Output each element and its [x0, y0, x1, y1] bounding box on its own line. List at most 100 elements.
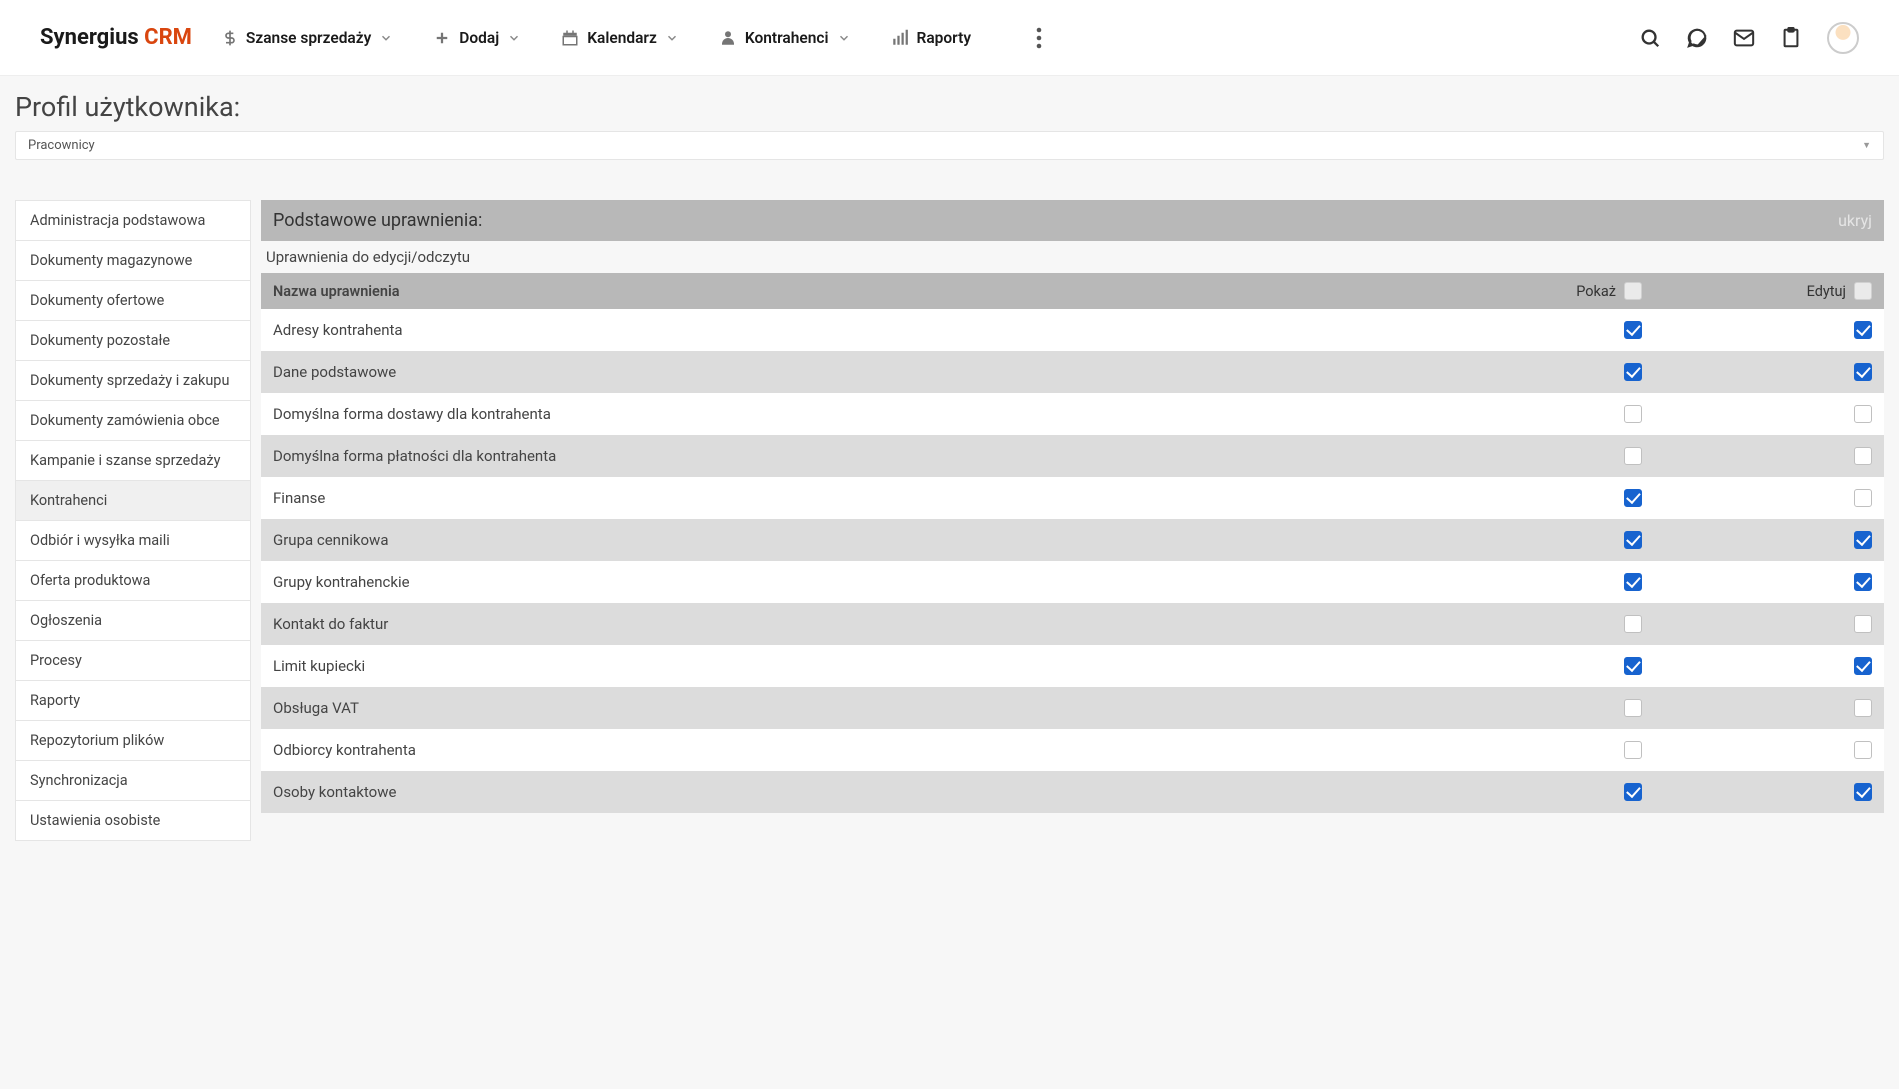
cell-edit — [1642, 363, 1872, 381]
sidebar-item[interactable]: Procesy — [16, 641, 250, 681]
checkbox-show[interactable] — [1624, 615, 1642, 633]
settings-sidebar: Administracja podstawowaDokumenty magazy… — [15, 200, 251, 841]
cell-edit — [1642, 405, 1872, 423]
sidebar-item[interactable]: Odbiór i wysyłka maili — [16, 521, 250, 561]
sidebar-item[interactable]: Dokumenty pozostałe — [16, 321, 250, 361]
avatar[interactable] — [1827, 22, 1859, 54]
checkbox-edit[interactable] — [1854, 783, 1872, 801]
main-area: Administracja podstawowaDokumenty magazy… — [0, 170, 1899, 1089]
hide-link[interactable]: ukryj — [1838, 211, 1872, 230]
nav-sales[interactable]: Szanse sprzedaży — [222, 28, 393, 48]
column-show: Pokaż — [1412, 282, 1642, 300]
sidebar-item[interactable]: Synchronizacja — [16, 761, 250, 801]
nav-sales-label: Szanse sprzedaży — [246, 29, 371, 47]
nav-calendar[interactable]: Kalendarz — [561, 29, 679, 47]
sidebar-item[interactable]: Dokumenty zamówienia obce — [16, 401, 250, 441]
checkbox-show[interactable] — [1624, 741, 1642, 759]
section-title: Podstawowe uprawnienia: — [273, 210, 482, 231]
permission-name: Grupy kontrahenckie — [273, 573, 1412, 591]
cell-show — [1412, 573, 1642, 591]
sidebar-item[interactable]: Oferta produktowa — [16, 561, 250, 601]
logo[interactable]: Synergius CRM — [40, 25, 192, 50]
table-row: Obsługa VAT — [261, 687, 1884, 729]
checkbox-show[interactable] — [1624, 321, 1642, 339]
permission-name: Domyślna forma dostawy dla kontrahenta — [273, 405, 1412, 423]
more-vert-icon[interactable] — [1036, 27, 1042, 49]
permission-name: Kontakt do faktur — [273, 615, 1412, 633]
checkbox-edit[interactable] — [1854, 531, 1872, 549]
nav-contractors-label: Kontrahenci — [745, 29, 829, 47]
chat-icon[interactable] — [1686, 27, 1708, 49]
cell-show — [1412, 363, 1642, 381]
cell-edit — [1642, 741, 1872, 759]
sidebar-item[interactable]: Ustawienia osobiste — [16, 801, 250, 840]
permission-name: Osoby kontaktowe — [273, 783, 1412, 801]
cell-edit — [1642, 657, 1872, 675]
checkbox-show[interactable] — [1624, 363, 1642, 381]
cell-show — [1412, 321, 1642, 339]
nav-add-label: Dodaj — [459, 29, 499, 47]
cell-edit — [1642, 699, 1872, 717]
nav-add[interactable]: Dodaj — [433, 29, 521, 47]
checkbox-edit[interactable] — [1854, 489, 1872, 507]
table-row: Dane podstawowe — [261, 351, 1884, 393]
cell-edit — [1642, 447, 1872, 465]
table-row: Domyślna forma płatności dla kontrahenta — [261, 435, 1884, 477]
table-row: Adresy kontrahenta — [261, 309, 1884, 351]
clipboard-icon[interactable] — [1780, 27, 1802, 49]
sidebar-item[interactable]: Repozytorium plików — [16, 721, 250, 761]
checkbox-show[interactable] — [1624, 531, 1642, 549]
nav-reports[interactable]: Raporty — [891, 29, 972, 47]
chevron-down-icon — [507, 31, 521, 45]
checkbox-show[interactable] — [1624, 489, 1642, 507]
checkbox-edit-all[interactable] — [1854, 282, 1872, 300]
table-row: Odbiorcy kontrahenta — [261, 729, 1884, 771]
cell-edit — [1642, 489, 1872, 507]
sidebar-item[interactable]: Dokumenty sprzedaży i zakupu — [16, 361, 250, 401]
checkbox-edit[interactable] — [1854, 363, 1872, 381]
nav-calendar-label: Kalendarz — [587, 29, 657, 47]
checkbox-show[interactable] — [1624, 657, 1642, 675]
sidebar-item[interactable]: Kontrahenci — [16, 481, 250, 521]
table-row: Finanse — [261, 477, 1884, 519]
checkbox-show[interactable] — [1624, 405, 1642, 423]
checkbox-edit[interactable] — [1854, 405, 1872, 423]
sidebar-item[interactable]: Dokumenty ofertowe — [16, 281, 250, 321]
table-row: Grupy kontrahenckie — [261, 561, 1884, 603]
checkbox-show[interactable] — [1624, 573, 1642, 591]
checkbox-edit[interactable] — [1854, 741, 1872, 759]
content-panel: Podstawowe uprawnienia: ukryj Uprawnieni… — [261, 200, 1884, 813]
sidebar-item[interactable]: Kampanie i szanse sprzedaży — [16, 441, 250, 481]
nav-contractors[interactable]: Kontrahenci — [719, 29, 851, 47]
checkbox-edit[interactable] — [1854, 699, 1872, 717]
checkbox-show[interactable] — [1624, 447, 1642, 465]
sidebar-item[interactable]: Ogłoszenia — [16, 601, 250, 641]
table-row: Domyślna forma dostawy dla kontrahenta — [261, 393, 1884, 435]
cell-edit — [1642, 573, 1872, 591]
permission-name: Domyślna forma płatności dla kontrahenta — [273, 447, 1412, 465]
checkbox-show[interactable] — [1624, 783, 1642, 801]
sidebar-item[interactable]: Dokumenty magazynowe — [16, 241, 250, 281]
search-icon[interactable] — [1639, 27, 1661, 49]
cell-show — [1412, 615, 1642, 633]
checkbox-show-all[interactable] — [1624, 282, 1642, 300]
cell-show — [1412, 741, 1642, 759]
permission-name: Grupa cennikowa — [273, 531, 1412, 549]
column-show-label: Pokaż — [1576, 283, 1616, 300]
mail-icon[interactable] — [1733, 27, 1755, 49]
checkbox-edit[interactable] — [1854, 321, 1872, 339]
checkbox-edit[interactable] — [1854, 657, 1872, 675]
permission-name: Adresy kontrahenta — [273, 321, 1412, 339]
chevron-down-icon — [837, 31, 851, 45]
sidebar-item[interactable]: Raporty — [16, 681, 250, 721]
cell-edit — [1642, 615, 1872, 633]
person-icon — [719, 29, 737, 47]
page-head: Profil użytkownika: Pracownicy ▼ — [0, 76, 1899, 170]
plus-icon — [433, 29, 451, 47]
checkbox-edit[interactable] — [1854, 447, 1872, 465]
checkbox-edit[interactable] — [1854, 573, 1872, 591]
profile-select[interactable]: Pracownicy ▼ — [15, 131, 1884, 160]
sidebar-item[interactable]: Administracja podstawowa — [16, 201, 250, 241]
checkbox-edit[interactable] — [1854, 615, 1872, 633]
checkbox-show[interactable] — [1624, 699, 1642, 717]
